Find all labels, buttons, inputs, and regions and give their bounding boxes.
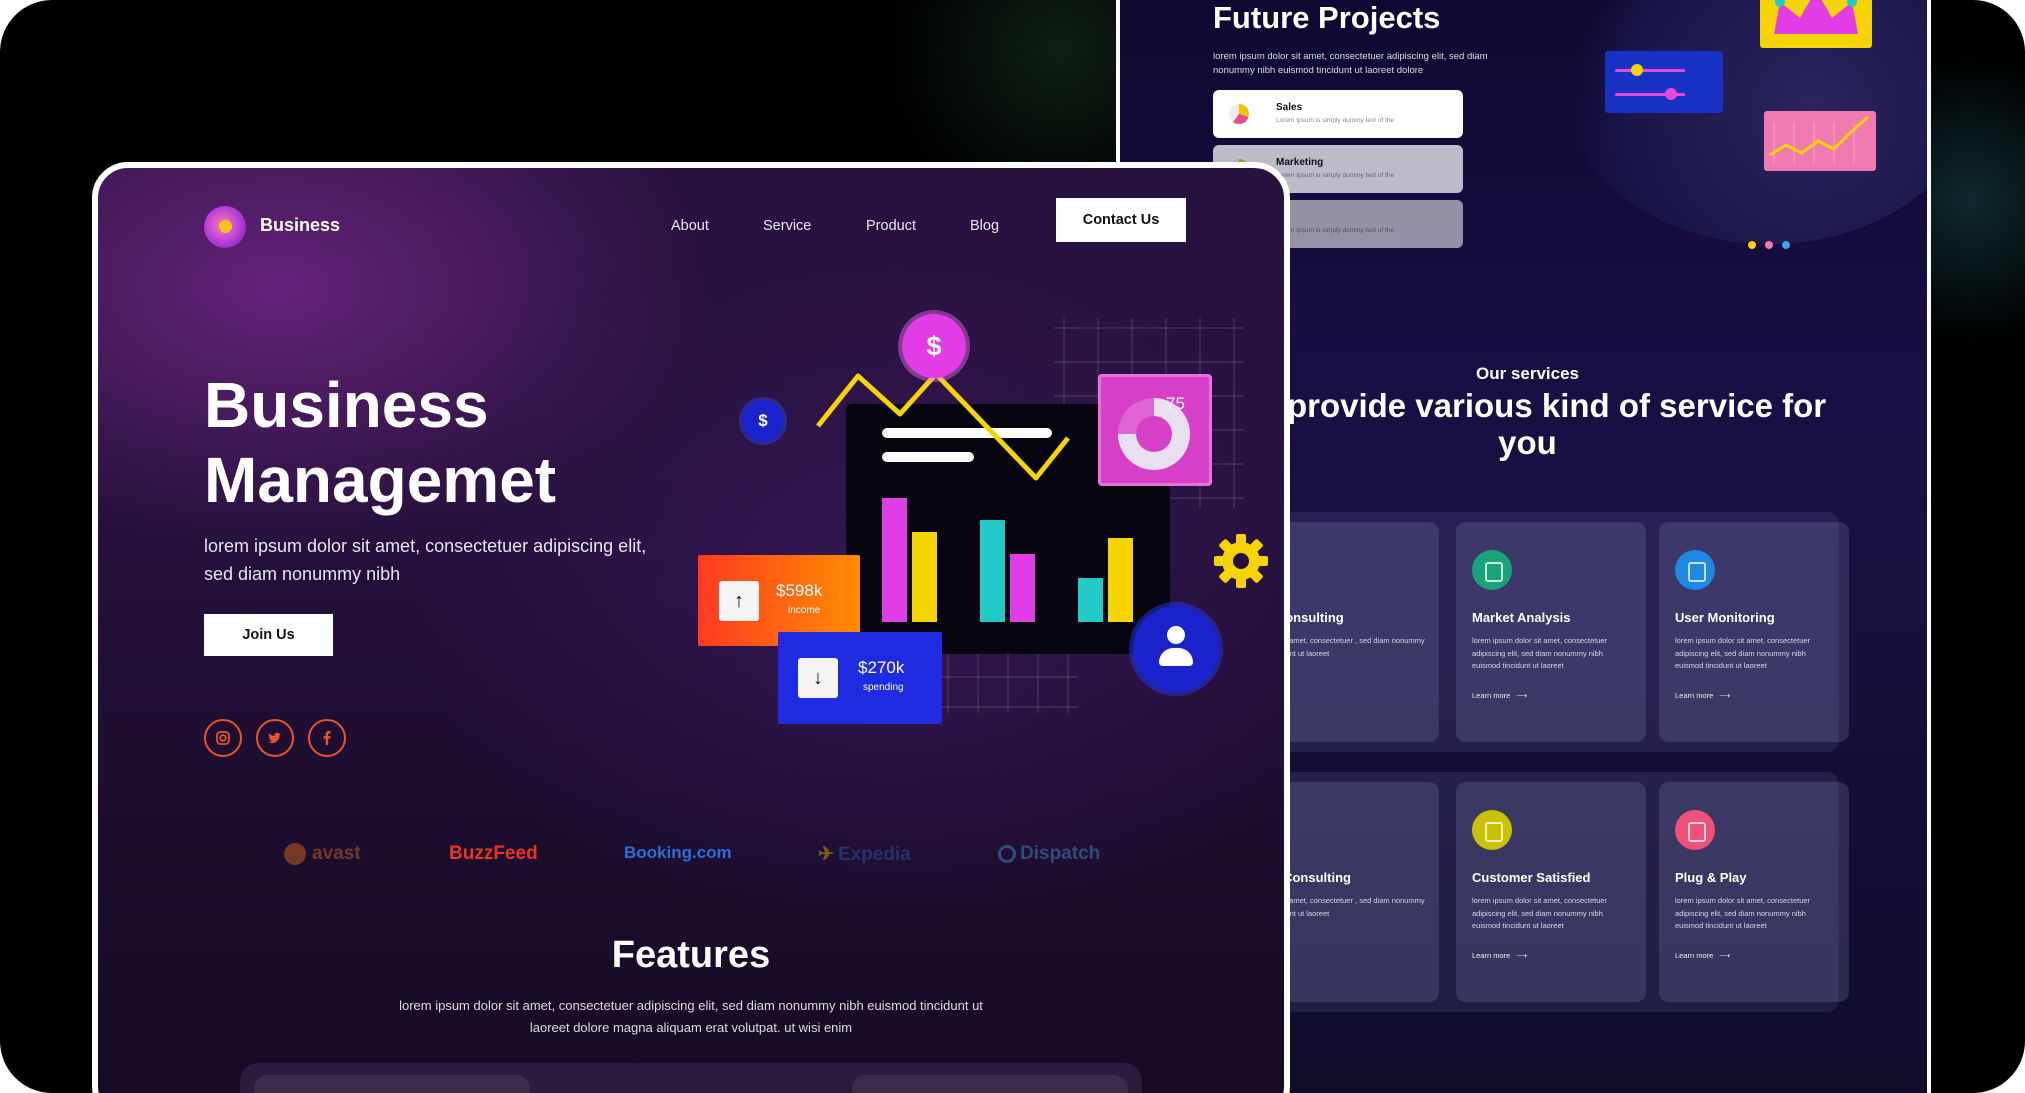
gear-icon (1214, 534, 1268, 588)
plane-icon: ✈ (818, 844, 834, 865)
service-text: lorem ipsum dolor sit amet, consectetuer… (1472, 636, 1608, 670)
showcase-canvas: Future Projects lorem ipsum dolor sit am… (0, 0, 2025, 1093)
contact-us-button[interactable]: Contact Us (1056, 198, 1186, 242)
carousel-dot[interactable] (1748, 241, 1756, 249)
income-label: income (788, 605, 821, 616)
service-card-user-monitoring[interactable]: User Monitoring lorem ipsum dolor sit am… (1659, 522, 1849, 742)
dispatch-icon (998, 844, 1016, 863)
shield-icon (1472, 810, 1512, 850)
chart-bar (1108, 538, 1133, 622)
service-title: Plug & Play (1675, 870, 1747, 885)
income-amount: $598k (776, 581, 823, 600)
service-title: Customer Satisfied (1472, 870, 1591, 885)
chart-bar (980, 520, 1005, 622)
shield-icon (1472, 550, 1512, 590)
user-avatar-icon (1133, 606, 1219, 692)
hero-title: Business Managemet (204, 368, 556, 518)
services-title: We provide various kind of service for y… (1228, 387, 1827, 461)
crown-icon (1774, 0, 1858, 34)
spending-card: ↓ $270k spending (778, 632, 942, 724)
spending-label: spending (863, 682, 904, 693)
donut-chart-tile: 75 (1098, 374, 1212, 486)
partner-logo-booking: Booking.com (624, 843, 732, 862)
service-card-customer-satisfied[interactable]: Customer Satisfied lorem ipsum dolor sit… (1456, 782, 1646, 1002)
partner-logo-avast: avast (284, 843, 361, 865)
hero-description: lorem ipsum dolor sit amet, consectetuer… (204, 536, 647, 584)
donut-value: 75 (1166, 394, 1185, 413)
arrow-up-icon: ↑ (719, 581, 759, 621)
pie-icon (1229, 104, 1249, 124)
future-projects-heading: Future Projects (1213, 0, 1441, 35)
join-us-button[interactable]: Join Us (204, 614, 333, 656)
chart-bar (882, 498, 907, 622)
service-text: lorem ipsum dolor sit amet, consectetuer… (1675, 636, 1811, 670)
spending-amount: $270k (858, 658, 905, 677)
brand-name[interactable]: Business (260, 215, 340, 236)
feature-card[interactable] (852, 1075, 1128, 1093)
carousel-dot[interactable] (1782, 241, 1790, 249)
slider-knob (1631, 64, 1643, 76)
service-card-plug-play[interactable]: Plug & Play lorem ipsum dolor sit amet, … (1659, 782, 1849, 1002)
partner-logo-dispatch: Dispatch (998, 843, 1100, 865)
chart-bar (912, 532, 937, 622)
carousel-dot[interactable] (1765, 241, 1773, 249)
chart-bar (1010, 554, 1035, 622)
partner-logo-expedia: ✈ Expedia (818, 844, 911, 865)
dollar-coin-icon: $ (742, 400, 784, 442)
slider-knob (1665, 88, 1677, 100)
dollar-coin-icon: $ (902, 314, 966, 378)
service-card-market-analysis[interactable]: Market Analysis lorem ipsum dolor sit am… (1456, 522, 1646, 742)
partner-logo-buzzfeed: BuzzFeed (449, 843, 538, 864)
arrow-down-icon: ↓ (798, 658, 838, 698)
instagram-icon[interactable] (204, 719, 242, 757)
logo-icon[interactable] (204, 206, 246, 248)
features-title: Features (611, 934, 771, 976)
service-title: Market Analysis (1472, 610, 1571, 625)
features-panel (240, 1063, 1142, 1093)
hero-title-line: Managemet (204, 444, 557, 516)
project-title: Marketing (1276, 157, 1324, 168)
grid-icon (1675, 810, 1715, 850)
features-description: lorem ipsum dolor sit amet, consectetuer… (399, 998, 983, 1035)
services-row: ce Consulting olor sit amet, consectetue… (1249, 772, 1849, 1012)
trend-line-icon (1769, 115, 1869, 163)
facebook-icon[interactable] (308, 719, 346, 757)
learn-more-link[interactable]: Learn more ⟶ (1675, 951, 1730, 960)
project-card-sales[interactable]: Sales Lorem Ipsum is simply dummy text o… (1213, 90, 1463, 138)
feature-card[interactable] (254, 1075, 530, 1093)
slider-illustration (1605, 51, 1723, 113)
service-title: User Monitoring (1675, 610, 1775, 625)
chart-bar (1078, 578, 1103, 622)
project-subtitle: Lorem Ipsum is simply dummy text of the (1276, 227, 1395, 234)
learn-more-link[interactable]: Learn more ⟶ (1675, 691, 1730, 700)
line-chart-illustration (1764, 111, 1876, 171)
carousel-dots[interactable] (1748, 241, 1790, 249)
grid-icon (1675, 550, 1715, 590)
service-text: lorem ipsum dolor sit amet, consectetuer… (1472, 896, 1608, 930)
service-text: lorem ipsum dolor sit amet, consectetuer… (1675, 896, 1811, 930)
nav-service[interactable]: Service (763, 218, 811, 234)
twitter-icon[interactable] (256, 719, 294, 757)
front-screen: Business About Service Product Blog Cont… (92, 162, 1290, 1093)
learn-more-link[interactable]: Learn more ⟶ (1472, 951, 1527, 960)
project-subtitle: Lorem Ipsum is simply dummy text of the (1276, 172, 1395, 179)
nav-product[interactable]: Product (866, 218, 916, 234)
project-title: Sales (1276, 102, 1303, 113)
avast-icon (284, 843, 306, 865)
nav-about[interactable]: About (671, 218, 709, 234)
crown-illustration (1760, 0, 1872, 48)
nav-blog[interactable]: Blog (970, 218, 999, 234)
services-row: s Consulting olor sit amet, consectetuer… (1249, 512, 1849, 752)
learn-more-link[interactable]: Learn more ⟶ (1472, 691, 1527, 700)
project-subtitle: Lorem Ipsum is simply dummy text of the (1276, 117, 1395, 124)
hero-title-line: Business (204, 369, 489, 441)
future-projects-description: lorem ipsum dolor sit amet, consectetuer… (1213, 51, 1488, 76)
